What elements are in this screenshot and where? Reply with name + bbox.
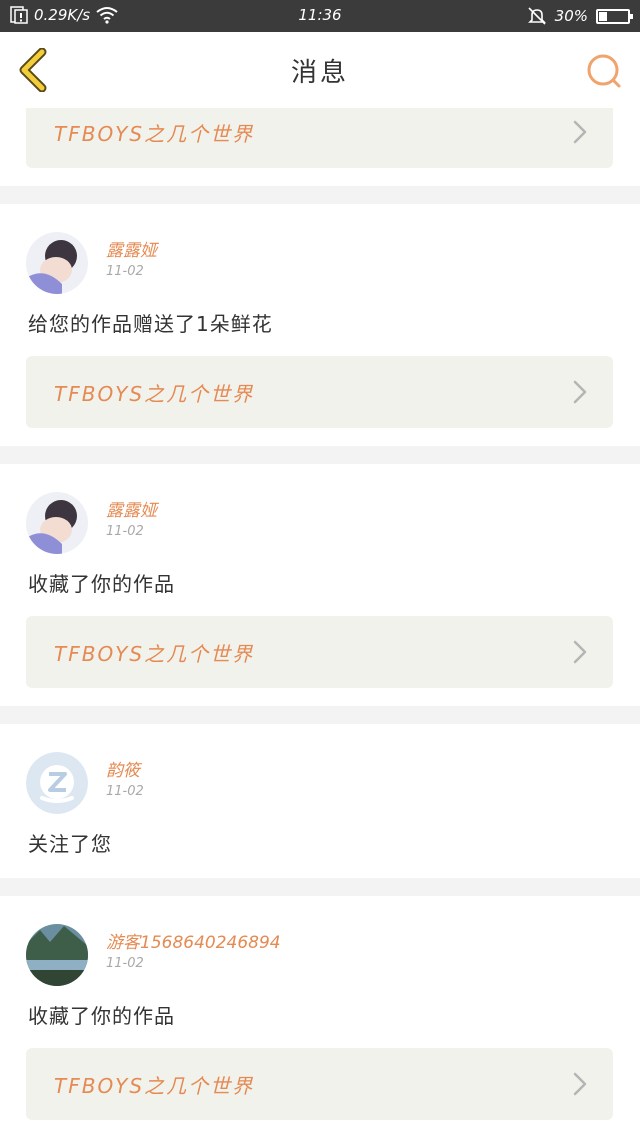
battery-icon — [596, 8, 633, 24]
avatar[interactable] — [26, 492, 88, 554]
separator — [0, 186, 640, 204]
avatar[interactable] — [26, 924, 88, 986]
avatar[interactable] — [26, 232, 88, 294]
status-bar: 0.29K/s 11:36 30% — [0, 0, 640, 32]
chevron-right-icon — [573, 380, 587, 404]
message-text: 关注了您 — [28, 832, 112, 856]
work-link-title: TFBOYS之几个世界 — [54, 1074, 255, 1098]
battery-percent: 30% — [554, 7, 588, 25]
search-icon — [587, 54, 621, 88]
work-link[interactable]: TFBOYS之几个世界 — [26, 356, 613, 428]
message-text: 给您的作品赠送了1朵鲜花 — [28, 312, 273, 336]
work-link[interactable]: TFBOYS之几个世界 — [26, 616, 613, 688]
work-link-title: TFBOYS之几个世界 — [54, 642, 255, 666]
message-date: 11-02 — [106, 956, 144, 971]
mute-bell-icon — [527, 7, 546, 25]
header: 消息 — [0, 32, 640, 109]
battery-level — [599, 11, 607, 21]
message-card[interactable]: 韵筱 11-02 关注了您 — [0, 724, 640, 878]
message-date: 11-02 — [106, 264, 144, 279]
user-name[interactable]: 游客1568640246894 — [106, 928, 281, 953]
chevron-right-icon — [573, 640, 587, 664]
separator — [0, 878, 640, 896]
page-title: 消息 — [290, 58, 349, 88]
message-date: 11-02 — [106, 784, 144, 799]
message-list[interactable]: TFBOYS之几个世界 露露娅 11-02 给您的作品赠送了1朵鲜花 TFBOY… — [0, 108, 640, 1138]
chevron-right-icon — [573, 1072, 587, 1096]
work-link-title: TFBOYS之几个世界 — [54, 382, 255, 406]
work-link[interactable]: TFBOYS之几个世界 — [26, 108, 613, 168]
message-card[interactable]: 游客1568640246894 11-02 收藏了你的作品 TFBOYS之几个世… — [0, 896, 640, 1138]
message-text: 收藏了你的作品 — [28, 572, 175, 596]
message-date: 11-02 — [106, 524, 144, 539]
status-right: 30% — [527, 6, 633, 26]
message-card[interactable]: 露露娅 11-02 收藏了你的作品 TFBOYS之几个世界 — [0, 464, 640, 706]
work-link[interactable]: TFBOYS之几个世界 — [26, 1048, 613, 1120]
message-card-partial: TFBOYS之几个世界 — [0, 108, 640, 186]
user-name[interactable]: 露露娅 — [106, 496, 157, 521]
user-name[interactable]: 韵筱 — [106, 756, 140, 781]
message-card[interactable]: 露露娅 11-02 给您的作品赠送了1朵鲜花 TFBOYS之几个世界 — [0, 204, 640, 446]
separator — [0, 446, 640, 464]
search-button[interactable] — [584, 52, 624, 92]
user-name[interactable]: 露露娅 — [106, 236, 157, 261]
message-text: 收藏了你的作品 — [28, 1004, 175, 1028]
chevron-right-icon — [573, 120, 587, 144]
work-link-title: TFBOYS之几个世界 — [54, 122, 255, 146]
avatar[interactable] — [26, 752, 88, 814]
separator — [0, 706, 640, 724]
